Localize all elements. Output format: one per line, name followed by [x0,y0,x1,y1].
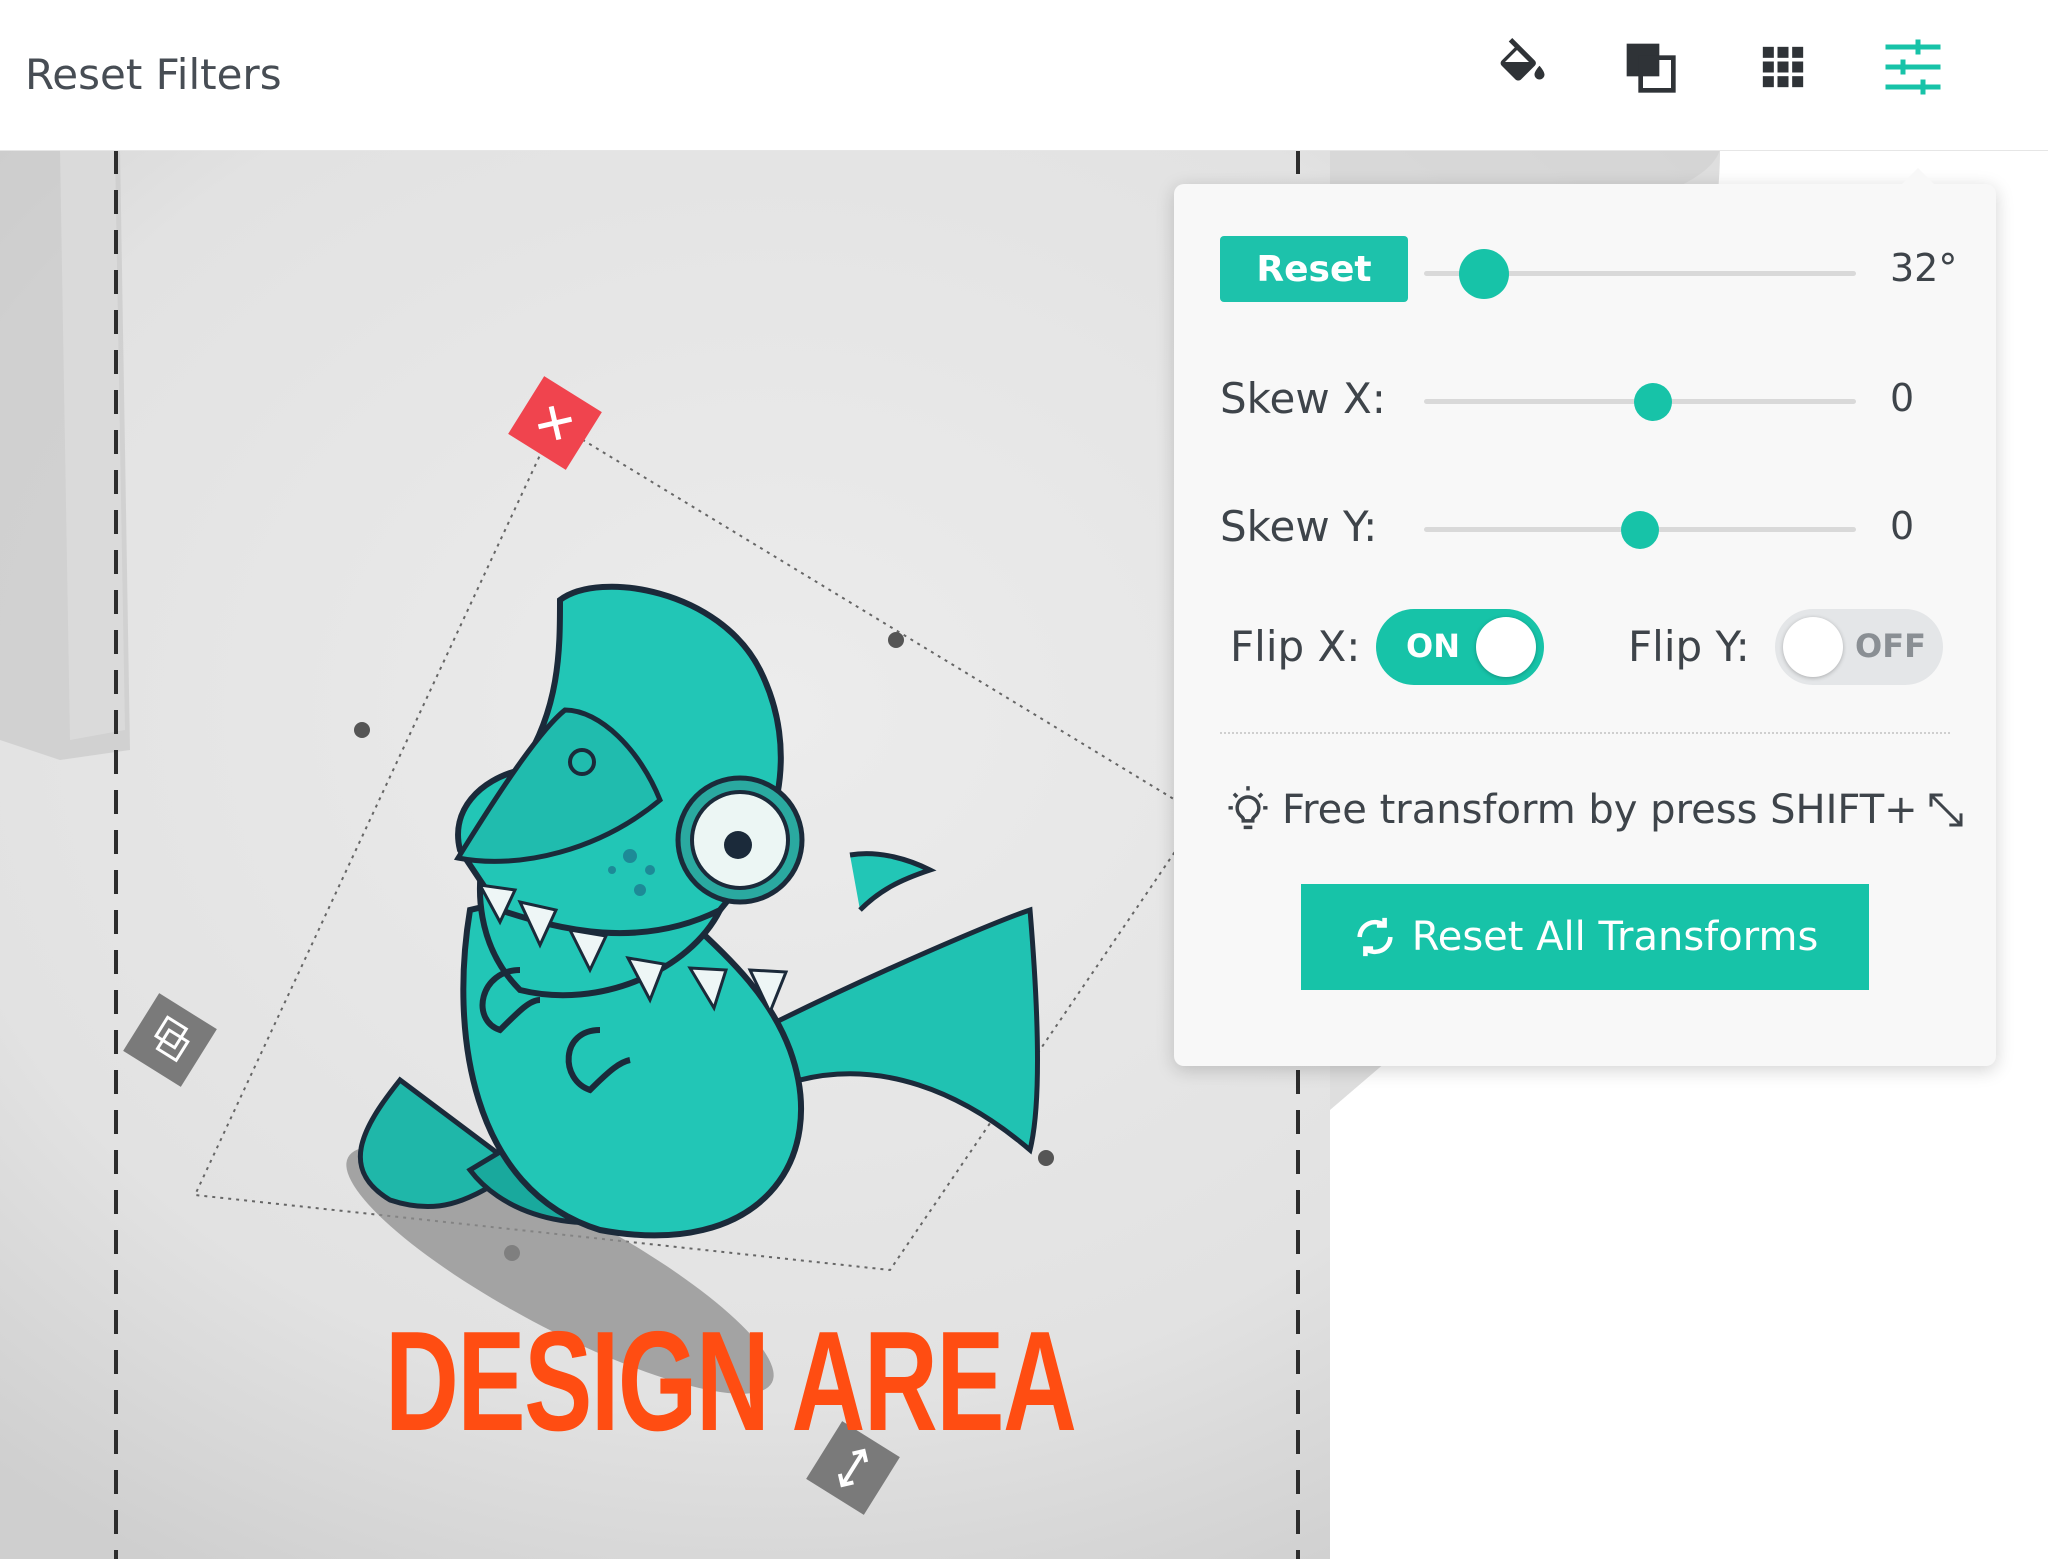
rotation-reset-button[interactable]: Reset [1220,236,1408,302]
rotation-slider-thumb[interactable] [1459,249,1510,299]
rotation-value: 32° [1890,246,1958,290]
refresh-icon [1357,917,1393,957]
skew-y-label: Skew Y: [1220,502,1378,551]
skew-x-slider-thumb[interactable] [1633,383,1672,421]
skew-y-value: 0 [1890,504,1915,548]
lightbulb-icon [1228,786,1268,830]
flip-y-state: OFF [1855,627,1926,665]
top-toolbar: Reset Filters [0,0,2048,151]
reset-all-transforms-button[interactable]: Reset All Transforms [1301,884,1869,990]
flip-x-state: ON [1406,627,1460,665]
flip-y-toggle[interactable]: OFF [1775,609,1943,685]
panel-pointer [1900,168,1936,186]
layers-icon[interactable] [1615,32,1685,102]
sliders-icon[interactable] [1878,32,1948,102]
flip-x-label: Flip X: [1230,622,1361,671]
design-area-text[interactable]: DESIGN AREA [385,1300,1077,1464]
skew-y-slider-thumb[interactable] [1621,511,1659,549]
free-transform-hint: Free transform by press SHIFT+ [1222,784,1966,836]
transform-panel: Reset 32° Skew X: 0 Skew Y: 0 Flip X: ON… [1174,184,1996,1066]
flip-y-label: Flip Y: [1628,622,1750,671]
hint-text: Free transform by press SHIFT+ [1282,787,1918,833]
skew-x-value: 0 [1890,376,1915,420]
grid-icon[interactable] [1748,32,1818,102]
flip-x-knob [1476,617,1536,677]
reset-all-label: Reset All Transforms [1411,914,1819,960]
skew-x-label: Skew X: [1220,374,1386,423]
panel-divider [1220,732,1950,734]
fill-bucket-icon[interactable] [1487,32,1557,102]
flip-y-knob [1783,617,1843,677]
diagonal-resize-icon [1929,793,1963,827]
flip-x-toggle[interactable]: ON [1376,609,1544,685]
reset-filters-link[interactable]: Reset Filters [25,50,282,99]
